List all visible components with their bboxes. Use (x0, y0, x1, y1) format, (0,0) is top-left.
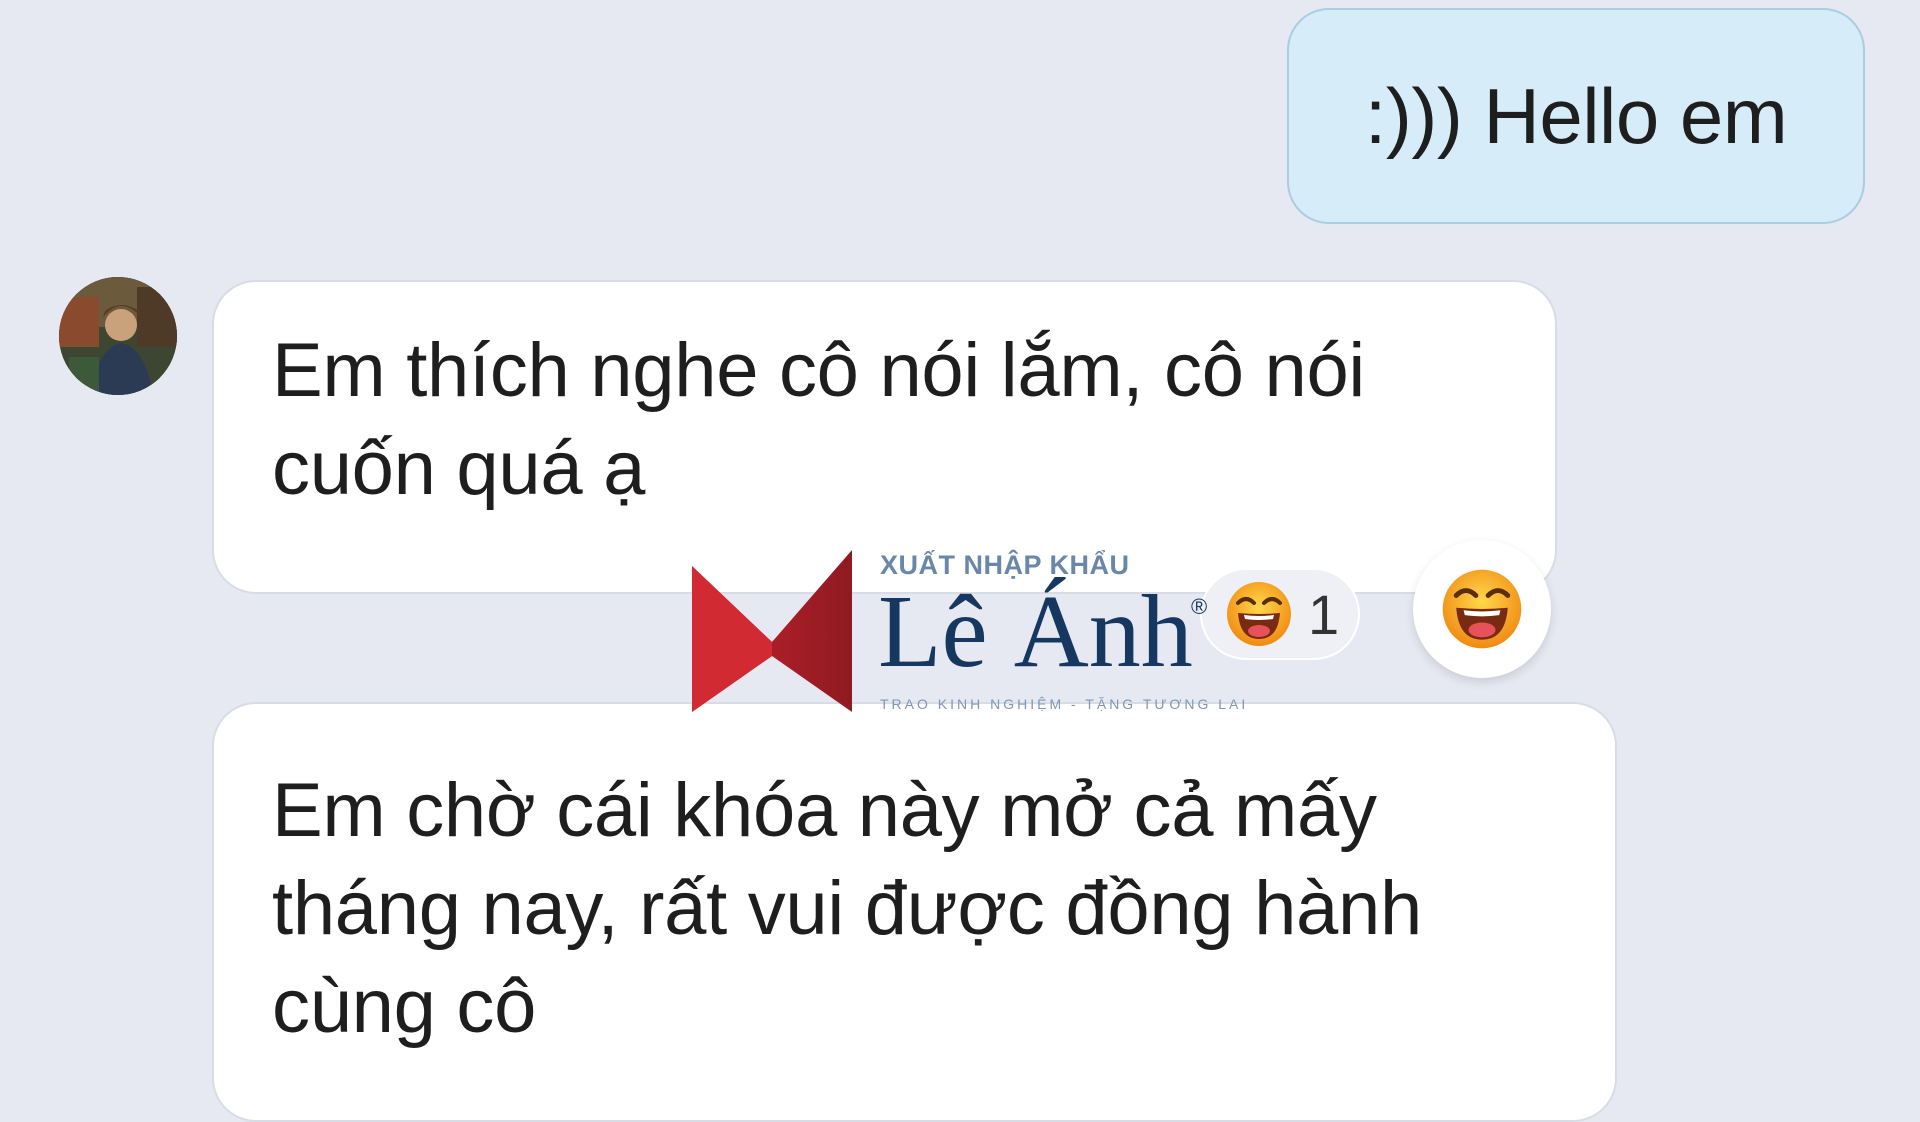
registered-mark: ® (1191, 594, 1208, 619)
brand-watermark: XUẤT NHẬP KHẨU Lê Ánh ® TRAO KINH NGHIỆM… (692, 550, 1245, 715)
message-line: Em thích nghe cô nói lắm, cô nói (272, 328, 1365, 413)
brand-name: Lê Ánh (878, 574, 1193, 689)
message-line: cuốn quá ạ (272, 426, 646, 511)
message-line: cùng cô (272, 964, 537, 1049)
avatar[interactable] (59, 277, 177, 395)
message-line: Em chờ cái khóa này mở cả mấy (272, 768, 1377, 853)
avatar-photo (59, 277, 177, 395)
message-line: tháng nay, rất vui được đồng hành (272, 866, 1422, 951)
brand-logo-icon (692, 550, 852, 712)
outgoing-message-bubble[interactable]: :))) Hello em (1287, 8, 1865, 224)
reaction-count: 1 (1308, 582, 1340, 646)
laughing-emoji-icon (1227, 582, 1291, 646)
brand-tagline: TRAO KINH NGHIỆM - TẶNG TƯƠNG LAI (880, 696, 1249, 712)
incoming-message-bubble[interactable]: Em chờ cái khóa này mở cả mấy tháng nay,… (212, 702, 1617, 1122)
laughing-emoji-icon (1442, 569, 1522, 649)
outgoing-message-text: :))) Hello em (1364, 71, 1788, 160)
reaction-summary[interactable]: 1 (1200, 568, 1360, 660)
add-reaction-button[interactable] (1413, 540, 1551, 678)
incoming-message-bubble[interactable]: Em thích nghe cô nói lắm, cô nói cuốn qu… (212, 280, 1557, 594)
